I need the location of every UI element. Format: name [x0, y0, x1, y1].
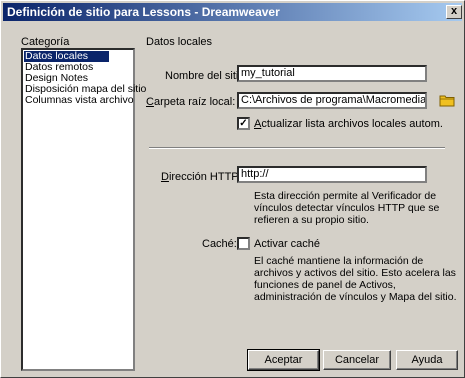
cancel-button[interactable]: Cancelar	[323, 350, 391, 370]
http-address-label: Dirección HTTP:	[161, 171, 242, 183]
local-root-label-access-key: C	[146, 96, 154, 108]
help-button[interactable]: Ayuda	[396, 350, 458, 370]
site-name-label: Nombre del sitio:	[165, 70, 248, 82]
cache-description-line: El caché mantiene la información de	[254, 255, 424, 267]
folder-icon[interactable]	[439, 93, 455, 107]
http-description-line: vínculos detectar vínculos HTTP que se	[254, 202, 440, 214]
http-address-label-text: irección HTTP:	[168, 171, 242, 183]
category-item-file-view-columns[interactable]: Columnas vista archivo	[24, 95, 134, 106]
close-icon: x	[450, 5, 458, 17]
category-heading: Categoría	[21, 36, 70, 48]
cache-label: Caché:	[202, 238, 237, 250]
cache-description: El caché mantiene la información de arch…	[254, 255, 457, 303]
http-description: Esta dirección permite al Verificador de…	[254, 190, 439, 226]
section-divider	[149, 147, 445, 149]
site-name-input[interactable]: my_tutorial	[237, 65, 427, 82]
title-bar[interactable]: Definición de sitio para Lessons - Dream…	[3, 3, 462, 21]
close-button[interactable]: x	[446, 5, 462, 19]
cache-description-line: administración de vínculos y Mapa del si…	[254, 291, 457, 303]
cache-description-line: archivos y activos del sitio. Esto acele…	[254, 267, 456, 279]
cache-description-line: funciones de panel de Activos,	[254, 279, 396, 291]
refresh-list-checkbox[interactable]: ✓	[237, 117, 250, 130]
window-title: Definición de sitio para Lessons - Dream…	[7, 5, 280, 19]
ok-button[interactable]: Aceptar	[247, 349, 320, 371]
local-root-label: Carpeta raíz local:	[146, 96, 235, 108]
http-address-input[interactable]: http://	[237, 166, 427, 183]
http-description-line: Esta dirección permite al Verificador de	[254, 190, 437, 202]
local-root-input[interactable]: C:\Archivos de programa\Macromedia\Dre	[237, 92, 427, 109]
category-list[interactable]: Datos locales Datos remotos Design Notes…	[21, 48, 146, 371]
http-description-line: refieren a su propio sitio.	[254, 214, 369, 226]
local-root-label-text: arpeta raíz local:	[153, 96, 236, 108]
site-definition-dialog: Definición de sitio para Lessons - Dream…	[0, 0, 465, 378]
enable-cache-checkbox[interactable]	[237, 237, 250, 250]
http-address-label-access-key: D	[161, 171, 169, 183]
refresh-list-label-text: ctualizar lista archivos locales autom.	[261, 118, 443, 130]
refresh-list-label: Actualizar lista archivos locales autom.	[254, 118, 443, 130]
panel-heading: Datos locales	[146, 36, 213, 48]
enable-cache-label: Activar caché	[254, 238, 321, 250]
